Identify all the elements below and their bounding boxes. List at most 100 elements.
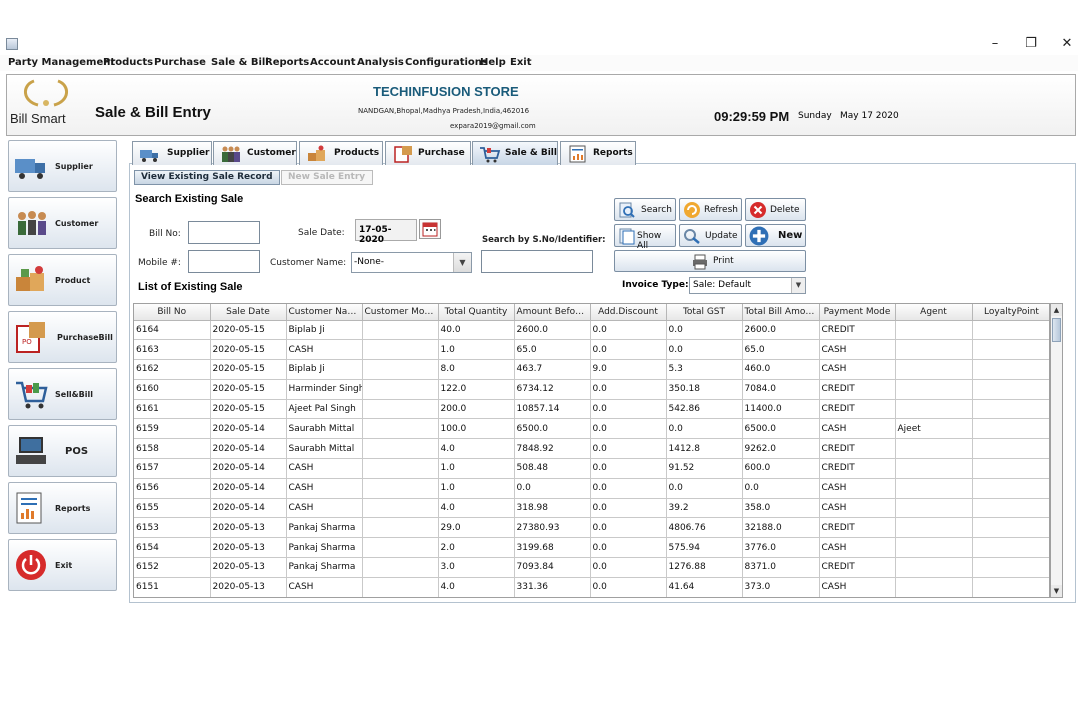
table-cell: 5.3 [666, 359, 743, 380]
customer-name-select[interactable]: -None- ▼ [351, 252, 472, 273]
table-cell: CASH [286, 478, 363, 499]
sale-date-field[interactable]: 17-05-2020 [355, 219, 417, 245]
bill-no-label: Bill No: [149, 229, 181, 239]
column-header[interactable]: Agent [895, 304, 973, 321]
table-cell: 2020-05-15 [210, 320, 287, 341]
column-header[interactable]: Total Quantity [438, 304, 515, 321]
column-header[interactable]: Customer Name [286, 304, 363, 321]
tab-new-sale-entry[interactable]: New Sale Entry [281, 170, 373, 185]
menu-help[interactable]: Help [480, 57, 506, 68]
table-row[interactable]: 6159 2020-05-14 Saurabh Mittal 100.0 6500.0 0… [134, 418, 1049, 440]
tab-purchase[interactable]: Purchase [385, 141, 471, 165]
tab-sale-bill[interactable]: Sale & Bill [472, 141, 558, 165]
table-row[interactable]: 6162 2020-05-15 Biplab Ji 8.0 463.7 9.0 5.3 460… [134, 359, 1049, 380]
sidebar-item-exit[interactable]: Exit [8, 539, 117, 591]
sidebar-item-product[interactable]: Product [8, 254, 117, 306]
column-header[interactable]: LoyaltyPoint [972, 304, 1049, 321]
table-row[interactable]: 6151 2020-05-13 CASH 4.0 331.36 0.0 41.64 373.0… [134, 577, 1049, 597]
search-sno-input[interactable] [481, 250, 593, 273]
mobile-input[interactable] [188, 250, 260, 273]
refresh-button[interactable]: Refresh [679, 198, 742, 221]
search-button[interactable]: Search [614, 198, 676, 221]
table-cell: 463.7 [514, 359, 591, 380]
report-icon [569, 145, 586, 163]
column-header[interactable]: Bill No [134, 304, 211, 321]
table-row[interactable]: 6157 2020-05-14 CASH 1.0 508.48 0.0 91.52 600.0… [134, 458, 1049, 479]
print-button[interactable]: Print [614, 250, 806, 272]
menu-account[interactable]: Account [310, 57, 355, 68]
scroll-down-arrow[interactable]: ▼ [1051, 585, 1062, 597]
tab-view-existing-sale-record[interactable]: View Existing Sale Record [134, 170, 280, 185]
scrollbar-thumb[interactable] [1052, 318, 1061, 342]
show-all-button[interactable]: Show All [614, 224, 676, 251]
table-cell: Pankaj Sharma [286, 557, 363, 578]
table-row[interactable]: 6155 2020-05-14 CASH 4.0 318.98 0.0 39.2 358.0 C… [134, 498, 1049, 519]
new-button[interactable]: New [745, 224, 806, 247]
table-cell: 0.0 [590, 557, 667, 578]
table-cell: Biplab Ji [286, 320, 363, 341]
table-row[interactable]: 6160 2020-05-15 Harminder Singh 122.0 6734.1… [134, 379, 1049, 400]
table-row[interactable]: 6163 2020-05-15 CASH 1.0 65.0 0.0 0.0 65.0 CASH [134, 339, 1049, 361]
column-header[interactable]: Amount Before ... [514, 304, 591, 321]
tab-reports[interactable]: Reports [560, 141, 636, 165]
menu-exit[interactable]: Exit [510, 57, 532, 68]
sidebar-item-customer[interactable]: Customer [8, 197, 117, 249]
table-cell: CASH [819, 418, 896, 440]
calendar-button[interactable] [419, 219, 441, 239]
table-row[interactable]: 6156 2020-05-14 CASH 1.0 0.0 0.0 0.0 0.0 CASH [134, 478, 1049, 499]
table-row[interactable]: 6158 2020-05-14 Saurabh Mittal 4.0 7848.92 0.… [134, 438, 1049, 460]
scroll-up-arrow[interactable]: ▲ [1051, 304, 1062, 316]
column-header[interactable]: Payment Mode [819, 304, 896, 321]
table-row[interactable]: 6161 2020-05-15 Ajeet Pal Singh 200.0 10857.… [134, 399, 1049, 420]
tab-supplier[interactable]: Supplier [132, 141, 212, 165]
table-cell [972, 438, 1049, 460]
table-cell: Ajeet [895, 418, 973, 440]
table-cell: CASH [819, 359, 896, 380]
table-cell: 4.0 [438, 498, 515, 519]
minimize-button[interactable]: – [983, 36, 1007, 52]
table-cell: 2020-05-13 [210, 537, 287, 559]
table-cell: 6161 [134, 399, 211, 420]
sidebar-item-supplier[interactable]: Supplier [8, 140, 117, 192]
close-button[interactable]: ✕ [1055, 36, 1078, 52]
table-cell [972, 320, 1049, 341]
menu-reports[interactable]: Reports [265, 57, 309, 68]
invoice-type-select[interactable]: Sale: Default ▼ [689, 277, 806, 294]
table-cell: 2020-05-13 [210, 517, 287, 539]
tab-customer[interactable]: Customer [213, 141, 297, 165]
table-row[interactable]: 6164 2020-05-15 Biplab Ji 40.0 2600.0 0.0 0.0 2… [134, 320, 1049, 341]
menu-analysis[interactable]: Analysis [357, 57, 404, 68]
sidebar-item-reports[interactable]: Reports [8, 482, 117, 534]
column-header[interactable]: Total Bill Amount [742, 304, 820, 321]
menu-products[interactable]: Products [103, 57, 153, 68]
column-header[interactable]: Customer Mobile [362, 304, 439, 321]
menu-party-management[interactable]: Party Management [8, 57, 115, 68]
sidebar-item-label: Supplier [55, 162, 93, 171]
menu-bar: Party Management Products Purchase Sale … [0, 55, 1078, 71]
sidebar-item-pos[interactable]: POS [8, 425, 117, 477]
menu-sale-bill[interactable]: Sale & Bill [211, 57, 269, 68]
menu-purchase[interactable]: Purchase [154, 57, 206, 68]
table-row[interactable]: 6154 2020-05-13 Pankaj Sharma 2.0 3199.68 0.0… [134, 537, 1049, 559]
sidebar-item-sellbill[interactable]: Sell&Bill [8, 368, 117, 420]
tab-products[interactable]: Products [299, 141, 383, 165]
table-cell: 6152 [134, 557, 211, 578]
menu-configurations[interactable]: Configurations [405, 57, 488, 68]
table-cell [362, 498, 439, 519]
table-cell [362, 359, 439, 380]
update-button[interactable]: Update [679, 224, 742, 247]
table-cell: 0.0 [590, 379, 667, 400]
column-header[interactable]: Sale Date [210, 304, 287, 321]
sidebar-item-purchasebill[interactable]: PO PurchaseBill [8, 311, 117, 363]
table-vertical-scrollbar[interactable]: ▲ ▼ [1050, 303, 1063, 598]
delete-button[interactable]: Delete [745, 198, 806, 221]
table-cell [362, 557, 439, 578]
table-row[interactable]: 6152 2020-05-13 Pankaj Sharma 3.0 7093.84 0.0… [134, 557, 1049, 578]
table-cell: 2020-05-15 [210, 399, 287, 420]
bill-no-input[interactable] [188, 221, 260, 244]
column-header[interactable]: Total GST [666, 304, 743, 321]
table-row[interactable]: 6153 2020-05-13 Pankaj Sharma 29.0 27380.93 0… [134, 517, 1049, 539]
tab-label: Reports [593, 148, 633, 158]
column-header[interactable]: Add.Discount [590, 304, 667, 321]
restore-button[interactable]: ❐ [1019, 36, 1043, 52]
